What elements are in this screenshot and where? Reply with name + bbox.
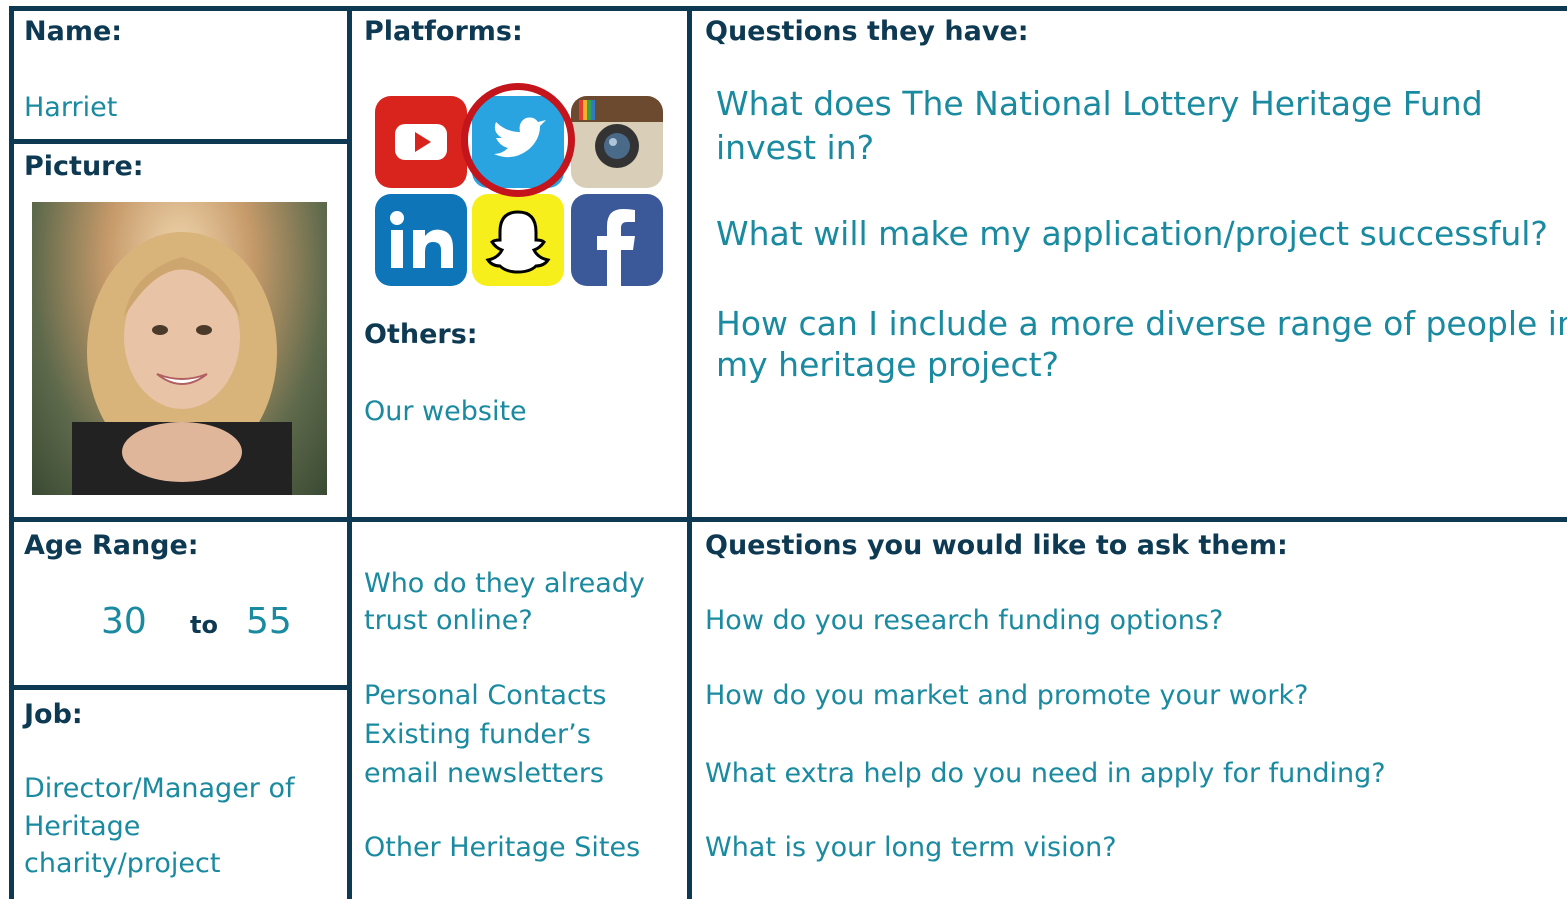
name-label: Name: bbox=[24, 16, 123, 47]
divider-col2 bbox=[687, 6, 692, 899]
snapchat-icon bbox=[472, 194, 564, 286]
others-value: Our website bbox=[364, 396, 527, 427]
name-value: Harriet bbox=[24, 92, 118, 123]
age-to: to bbox=[190, 611, 218, 639]
question-1-line-1: What does The National Lottery Heritage … bbox=[716, 84, 1483, 123]
ask-question-1: How do you research funding options? bbox=[705, 605, 1224, 636]
question-1-line-2: invest in? bbox=[716, 128, 875, 167]
ask-question-3: What extra help do you need in apply for… bbox=[705, 758, 1386, 789]
ask-question-4: What is your long term vision? bbox=[705, 832, 1117, 863]
trust-question-line-2: trust online? bbox=[364, 605, 533, 636]
picture-label: Picture: bbox=[24, 151, 144, 182]
facebook-icon bbox=[571, 194, 663, 286]
age-range-label: Age Range: bbox=[24, 530, 199, 561]
youtube-icon bbox=[375, 96, 467, 188]
trust-answer-1: Personal Contacts bbox=[364, 680, 607, 711]
job-line-3: charity/project bbox=[24, 848, 221, 879]
questions-they-have-label: Questions they have: bbox=[705, 16, 1029, 47]
question-2: What will make my application/project su… bbox=[716, 214, 1548, 253]
trust-answer-2-line-2: email newsletters bbox=[364, 758, 604, 789]
divider-age-job bbox=[9, 685, 352, 690]
highlight-ring bbox=[461, 83, 575, 197]
instagram-icon bbox=[571, 96, 663, 188]
divider-row bbox=[9, 517, 1567, 522]
linkedin-icon bbox=[375, 194, 467, 286]
question-3-line-2: my heritage project? bbox=[716, 345, 1060, 384]
age-min: 30 bbox=[101, 601, 147, 642]
divider-name-picture bbox=[9, 139, 352, 144]
trust-question-line-1: Who do they already bbox=[364, 568, 645, 599]
age-max: 55 bbox=[246, 601, 292, 642]
border-top bbox=[9, 6, 1567, 11]
trust-answer-3: Other Heritage Sites bbox=[364, 832, 641, 863]
persona-photo bbox=[32, 202, 327, 495]
others-label: Others: bbox=[364, 319, 478, 350]
platforms-label: Platforms: bbox=[364, 16, 523, 47]
job-line-1: Director/Manager of bbox=[24, 773, 295, 804]
trust-answer-2-line-1: Existing funder’s bbox=[364, 719, 591, 750]
question-3-line-1: How can I include a more diverse range o… bbox=[716, 304, 1567, 343]
job-label: Job: bbox=[24, 699, 83, 730]
ask-question-2: How do you market and promote your work? bbox=[705, 680, 1309, 711]
job-line-2: Heritage bbox=[24, 811, 141, 842]
questions-to-ask-label: Questions you would like to ask them: bbox=[705, 530, 1288, 561]
